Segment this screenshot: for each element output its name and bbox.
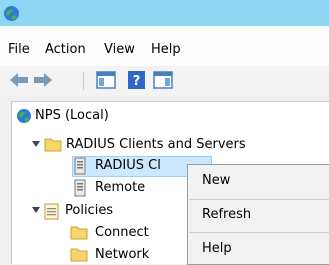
menu-bar: File Action View Help xyxy=(0,26,329,66)
context-menu: New Refresh Help xyxy=(187,164,329,265)
menu-file[interactable]: File xyxy=(8,42,30,57)
folder-icon xyxy=(44,138,62,152)
context-menu-separator xyxy=(189,199,329,200)
menu-action[interactable]: Action xyxy=(45,42,86,57)
tree-label-nps-local: NPS (Local) xyxy=(35,108,109,123)
context-menu-help[interactable]: Help xyxy=(202,241,232,256)
server-icon xyxy=(74,157,86,175)
expanded-chevron-icon[interactable] xyxy=(32,207,40,213)
toolbar: ? xyxy=(0,66,329,96)
nps-app-icon[interactable] xyxy=(3,5,20,22)
tree-item-nps-local[interactable]: NPS (Local) xyxy=(12,106,312,126)
context-menu-refresh[interactable]: Refresh xyxy=(202,207,251,222)
folder-icon xyxy=(70,248,88,262)
expanded-chevron-icon[interactable] xyxy=(32,141,40,147)
tree-label-connect: Connect xyxy=(95,225,149,240)
menu-view[interactable]: View xyxy=(104,42,135,57)
tree-item-radius-clients-and-servers[interactable]: RADIUS Clients and Servers xyxy=(12,135,312,155)
show-hide-action-pane-icon[interactable] xyxy=(152,70,174,90)
tree-label-radius-clients-and-servers: RADIUS Clients and Servers xyxy=(66,137,246,152)
back-arrow-icon[interactable] xyxy=(8,70,30,90)
tree-label-remote: Remote xyxy=(95,180,146,195)
svg-text:?: ? xyxy=(133,74,141,89)
toolbar-separator xyxy=(83,72,84,90)
context-menu-separator xyxy=(189,232,329,233)
tree-label-radius-clients: RADIUS Cl xyxy=(95,158,161,173)
context-menu-new[interactable]: New xyxy=(202,173,230,188)
title-bar xyxy=(0,0,329,26)
policies-icon xyxy=(44,203,59,220)
folder-icon xyxy=(70,226,88,240)
nps-globe-icon xyxy=(17,109,31,123)
tree-label-network: Network xyxy=(95,247,150,262)
forward-arrow-icon[interactable] xyxy=(32,70,54,90)
server-icon xyxy=(74,179,86,197)
help-icon[interactable]: ? xyxy=(126,70,148,90)
menu-help[interactable]: Help xyxy=(151,42,181,57)
tree-label-policies: Policies xyxy=(65,203,114,218)
show-hide-console-tree-icon[interactable] xyxy=(95,70,117,90)
